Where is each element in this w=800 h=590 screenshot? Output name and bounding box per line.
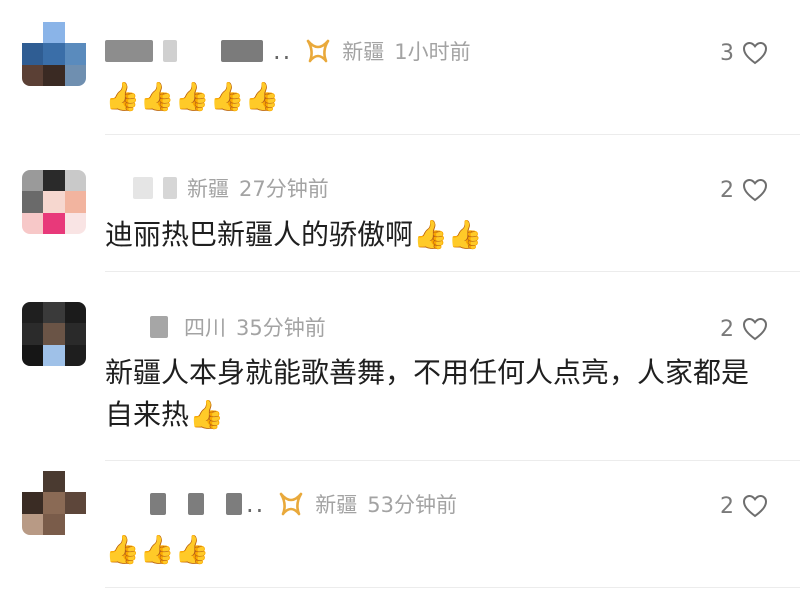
comment-location: 四川	[184, 316, 226, 340]
avatar[interactable]	[22, 302, 86, 366]
username-blurred[interactable]	[221, 40, 263, 62]
username-blurred[interactable]	[150, 493, 166, 515]
username-ellipsis: ..	[246, 490, 266, 518]
comment-item: 四川 35分钟前 2 新疆人本身就能歌善舞，不用任何人点亮，人家都是自来热👍	[0, 272, 800, 462]
like-button[interactable]: 2	[720, 312, 768, 346]
comment-item: .. 新疆 1小时前 3 👍👍👍👍👍	[0, 0, 800, 135]
divider	[105, 587, 800, 588]
comment-time: 35分钟前	[236, 316, 326, 340]
username-blurred[interactable]	[105, 40, 153, 62]
comment-location: 新疆	[187, 177, 229, 201]
comment-location: 新疆	[342, 40, 385, 64]
username-blurred[interactable]	[226, 493, 242, 515]
like-button[interactable]: 3	[720, 36, 768, 70]
like-count: 2	[720, 177, 734, 203]
comment-text: 新疆人本身就能歌善舞，不用任何人点亮，人家都是自来热👍	[105, 356, 750, 431]
avatar[interactable]	[22, 170, 86, 234]
comment-time: 27分钟前	[239, 177, 329, 201]
username-blurred[interactable]	[150, 316, 168, 338]
username-ellipsis: ..	[273, 37, 293, 65]
like-count: 2	[720, 493, 734, 519]
comment-meta: 新疆 27分钟前	[105, 171, 329, 205]
comment-item: 新疆 27分钟前 2 迪丽热巴新疆人的骄傲啊👍👍	[0, 135, 800, 272]
comment-item: .. 新疆 53分钟前 2 👍👍👍	[0, 461, 800, 590]
comment-meta: .. 新疆 53分钟前	[105, 487, 457, 521]
comment-text: 👍👍👍	[105, 533, 210, 566]
heart-outline-icon[interactable]	[742, 41, 768, 65]
heart-outline-icon[interactable]	[742, 178, 768, 202]
vip-badge-icon	[306, 39, 330, 63]
comment-location: 新疆	[315, 493, 358, 517]
username-blurred[interactable]	[133, 177, 153, 199]
comment-text: 👍👍👍👍👍	[105, 80, 280, 113]
comment-text: 迪丽热巴新疆人的骄傲啊👍👍	[105, 218, 483, 251]
heart-outline-icon[interactable]	[742, 494, 768, 518]
like-count: 3	[720, 40, 734, 66]
like-button[interactable]: 2	[720, 173, 768, 207]
avatar[interactable]	[22, 471, 86, 535]
username-blurred[interactable]	[163, 40, 177, 62]
like-count: 2	[720, 316, 734, 342]
vip-badge-icon	[279, 492, 303, 516]
heart-outline-icon[interactable]	[742, 317, 768, 341]
comment-time: 1小时前	[394, 40, 471, 64]
comment-time: 53分钟前	[367, 493, 457, 517]
like-button[interactable]: 2	[720, 489, 768, 523]
avatar[interactable]	[22, 22, 86, 86]
comment-meta: 四川 35分钟前	[105, 310, 326, 344]
username-blurred[interactable]	[163, 177, 177, 199]
username-blurred[interactable]	[188, 493, 204, 515]
comment-meta: .. 新疆 1小时前	[105, 34, 471, 68]
